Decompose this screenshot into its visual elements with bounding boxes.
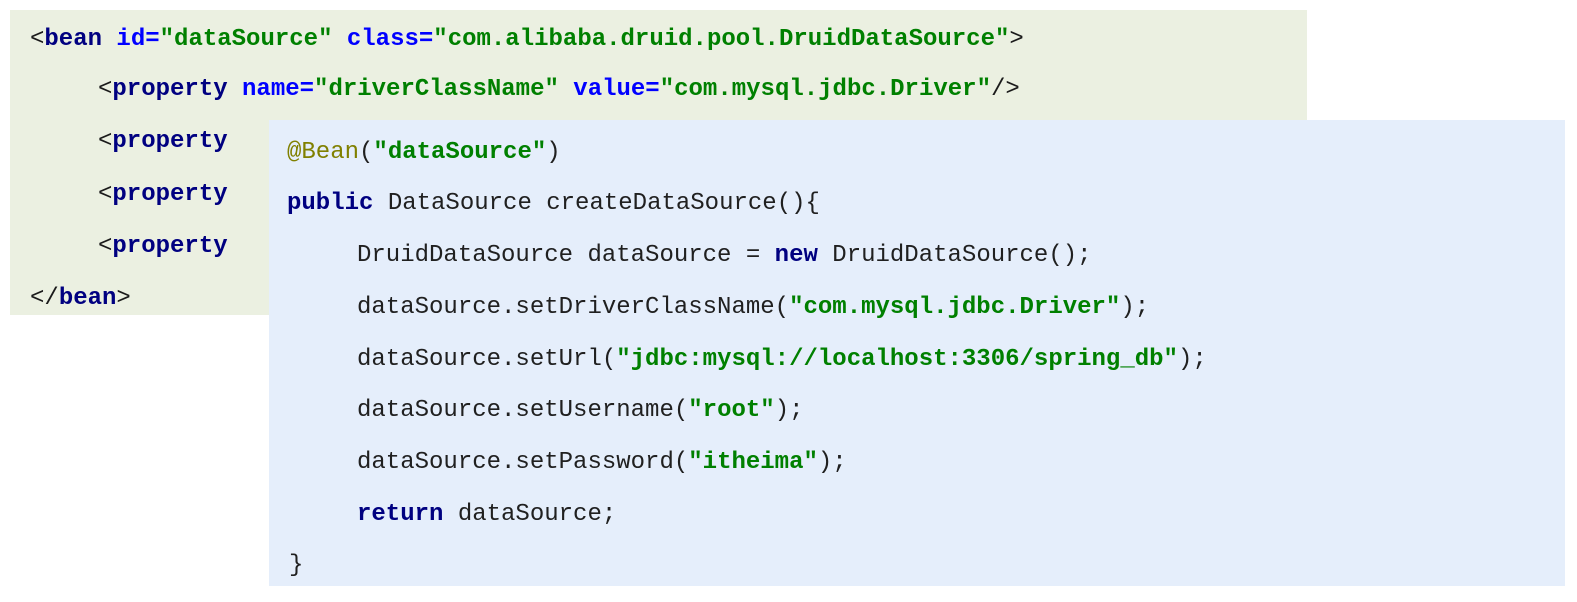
paren-open: (: [359, 139, 374, 166]
xml-lt: <: [98, 76, 113, 103]
kw-new: new: [774, 242, 818, 269]
java-annotation-line: @Bean("dataSource"): [287, 138, 561, 168]
java-set-url-line: dataSource.setUrl("jdbc:mysql://localhos…: [357, 345, 1207, 375]
xml-gt: >: [1009, 26, 1024, 53]
method-signature: DataSource createDataSource(){: [373, 190, 820, 217]
xml-self-close: />: [990, 76, 1020, 103]
java-method-signature-line: public DataSource createDataSource(){: [287, 189, 820, 219]
xml-lt: <: [98, 181, 113, 208]
setter-call: dataSource.setDriverClassName(: [357, 294, 790, 321]
declaration: DruidDataSource dataSource =: [357, 242, 775, 269]
xml-property-line-3: <property: [98, 127, 228, 157]
xml-property-line-5: <property: [98, 232, 228, 262]
java-set-driver-line: dataSource.setDriverClassName("com.mysql…: [357, 293, 1149, 323]
xml-tag-bean: bean: [44, 26, 103, 53]
xml-tag-property: property: [112, 233, 228, 260]
paren-close: ): [546, 139, 561, 166]
password-string: "itheima": [688, 449, 818, 476]
java-set-username-line: dataSource.setUsername("root");: [357, 396, 804, 426]
statement-end: );: [1120, 294, 1150, 321]
xml-tag-property: property: [112, 181, 228, 208]
xml-lt: <: [98, 128, 113, 155]
xml-val-id: "dataSource": [159, 26, 333, 53]
xml-tag-property: property: [112, 76, 228, 103]
statement-end: );: [817, 449, 847, 476]
xml-lt: <: [98, 233, 113, 260]
java-config-panel: @Bean("dataSource") public DataSource cr…: [269, 120, 1565, 586]
xml-bean-open-line: <bean id="dataSource" class="com.alibaba…: [30, 25, 1024, 55]
setter-call: dataSource.setUrl(: [357, 346, 617, 373]
java-set-password-line: dataSource.setPassword("itheima");: [357, 448, 847, 478]
java-return-line: return dataSource;: [357, 500, 616, 530]
xml-attr-value: value=: [573, 76, 660, 103]
xml-val-class: "com.alibaba.druid.pool.DruidDataSource": [433, 26, 1010, 53]
xml-attr-id: id=: [116, 26, 160, 53]
xml-property-line-4: <property: [98, 180, 228, 210]
constructor-call: DruidDataSource();: [817, 242, 1092, 269]
xml-tag-bean: bean: [58, 285, 117, 312]
return-value: dataSource;: [443, 501, 617, 528]
xml-bean-close-line: </bean>: [30, 284, 131, 314]
annotation-value: "dataSource": [373, 139, 547, 166]
setter-call: dataSource.setUsername(: [357, 397, 689, 424]
setter-call: dataSource.setPassword(: [357, 449, 689, 476]
xml-val-value: "com.mysql.jdbc.Driver": [659, 76, 991, 103]
xml-val-name: "driverClassName": [314, 76, 559, 103]
url-string: "jdbc:mysql://localhost:3306/spring_db": [616, 346, 1178, 373]
closing-brace: }: [289, 552, 304, 579]
xml-lt: <: [30, 26, 45, 53]
driver-string: "com.mysql.jdbc.Driver": [789, 294, 1121, 321]
kw-public: public: [287, 190, 374, 217]
java-closing-brace-line: }: [289, 551, 303, 581]
java-new-datasource-line: DruidDataSource dataSource = new DruidDa…: [357, 241, 1092, 271]
kw-return: return: [357, 501, 444, 528]
xml-property-driver-line: <property name="driverClassName" value="…: [98, 75, 1020, 105]
bean-annotation: @Bean: [287, 139, 360, 166]
xml-gt: >: [116, 285, 131, 312]
statement-end: );: [1177, 346, 1207, 373]
username-string: "root": [688, 397, 775, 424]
xml-tag-property: property: [112, 128, 228, 155]
xml-attr-name: name=: [242, 76, 315, 103]
xml-attr-class: class=: [346, 26, 434, 53]
xml-lt-slash: </: [30, 285, 59, 312]
statement-end: );: [774, 397, 804, 424]
